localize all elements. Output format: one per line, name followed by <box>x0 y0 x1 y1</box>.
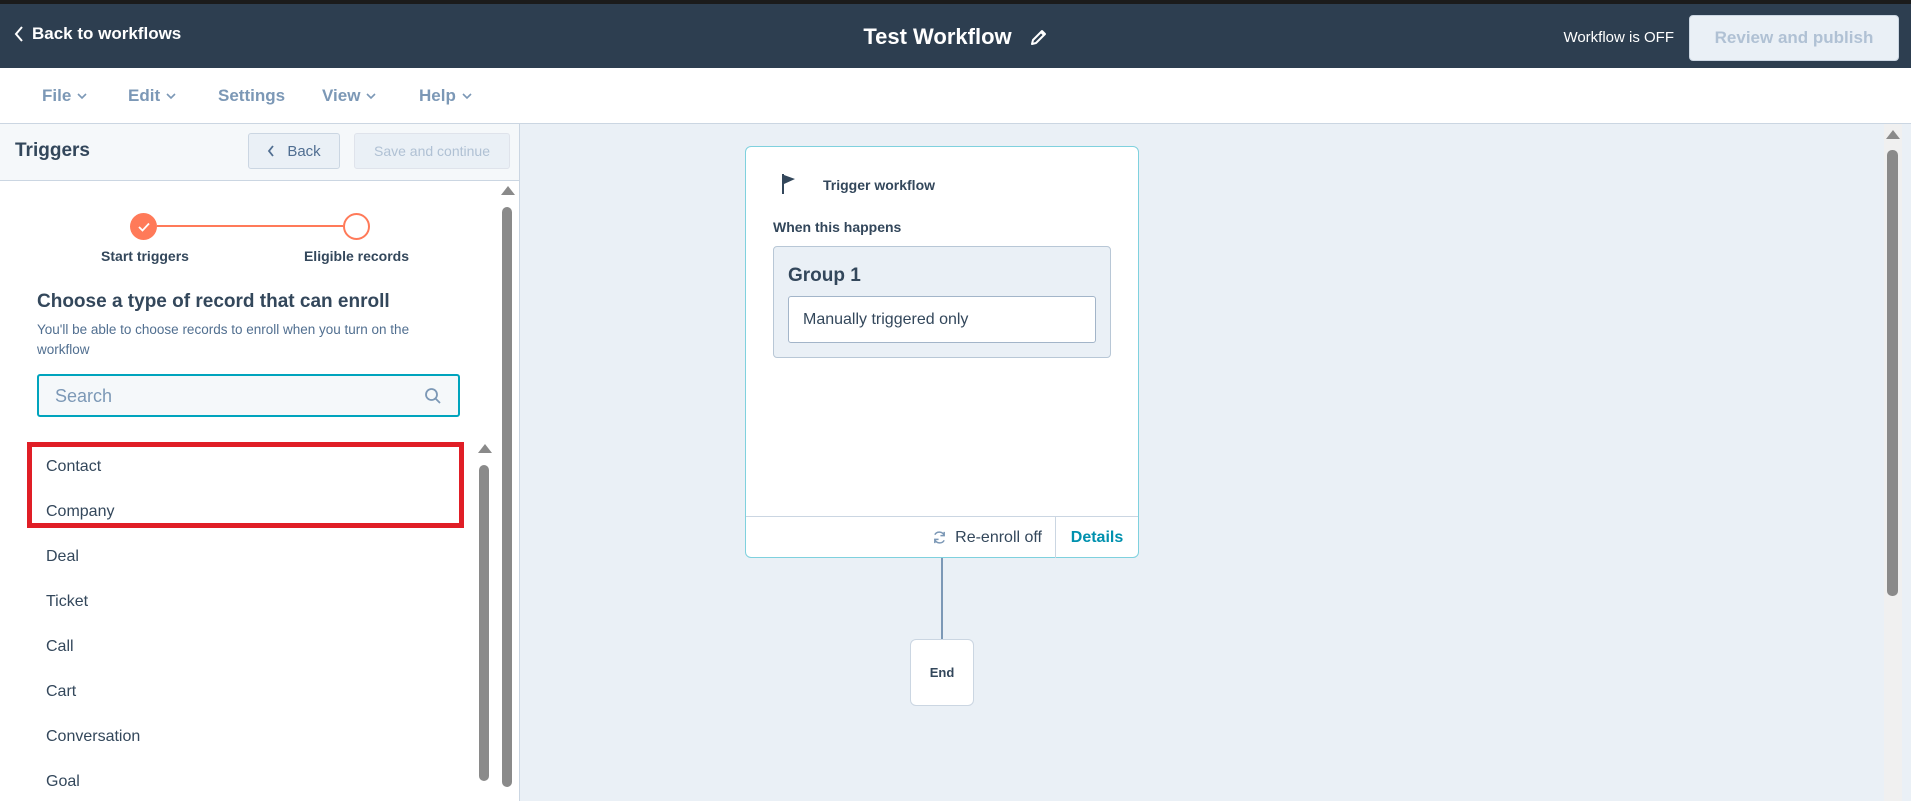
group-filter[interactable]: Manually triggered only <box>788 296 1096 343</box>
chevron-down-icon <box>77 92 87 99</box>
record-type-cart[interactable]: Cart <box>30 669 470 714</box>
list-scrollbar[interactable] <box>477 442 492 801</box>
search-field[interactable] <box>37 374 460 417</box>
panel-title: Triggers <box>15 140 90 161</box>
step-start-triggers-label: Start triggers <box>101 248 189 264</box>
workflow-connector <box>941 558 943 640</box>
record-type-goal[interactable]: Goal <box>30 759 470 801</box>
record-type-call[interactable]: Call <box>30 624 470 669</box>
end-node: End <box>910 639 974 706</box>
triggers-panel: Triggers Back Save and continue Start tr… <box>0 124 520 801</box>
scrollbar-thumb[interactable] <box>1887 150 1898 596</box>
trigger-card-title: Trigger workflow <box>823 177 936 193</box>
record-type-list: Contact Company Deal Ticket Call Cart Co… <box>30 444 470 801</box>
chevron-down-icon <box>462 92 472 99</box>
panel-header: Triggers Back Save and continue <box>0 124 519 181</box>
step-eligible-records-label: Eligible records <box>303 248 410 264</box>
menu-help-label: Help <box>419 86 456 105</box>
menu-bar: File Edit Settings View Help <box>0 68 1911 124</box>
menu-settings[interactable]: Settings <box>218 86 285 106</box>
scroll-up-arrow[interactable] <box>501 186 515 195</box>
menu-file-label: File <box>42 86 72 105</box>
step-start-triggers <box>130 213 157 240</box>
record-type-contact[interactable]: Contact <box>30 444 470 489</box>
workflow-status: Workflow is OFF <box>1563 29 1674 46</box>
scrollbar-thumb[interactable] <box>479 465 489 781</box>
back-button[interactable]: Back <box>248 133 340 169</box>
record-type-conversation[interactable]: Conversation <box>30 714 470 759</box>
when-this-happens-label: When this happens <box>773 219 902 235</box>
details-link[interactable]: Details <box>1055 517 1138 558</box>
menu-edit[interactable]: Edit <box>128 86 176 106</box>
back-button-label: Back <box>287 142 321 160</box>
record-type-heading: Choose a type of record that can enroll <box>37 291 390 312</box>
review-and-publish-button[interactable]: Review and publish <box>1689 15 1899 61</box>
menu-edit-label: Edit <box>128 86 161 105</box>
stepper-connector <box>157 225 343 227</box>
scrollbar-thumb[interactable] <box>502 207 512 787</box>
search-input[interactable] <box>55 384 395 408</box>
record-type-subtitle: You'll be able to choose records to enro… <box>37 322 410 357</box>
menu-file[interactable]: File <box>42 86 87 106</box>
workflow-title-text: Test Workflow <box>863 24 1012 49</box>
menu-view-label: View <box>322 86 361 105</box>
trigger-card-footer: Re-enroll off Details <box>746 516 1138 558</box>
menu-help[interactable]: Help <box>419 86 472 106</box>
re-enroll-label: Re-enroll off <box>955 528 1042 546</box>
step-eligible-records <box>343 213 370 240</box>
pencil-icon[interactable] <box>1030 28 1048 46</box>
menu-settings-label: Settings <box>218 86 286 105</box>
scroll-up-arrow[interactable] <box>1886 130 1900 139</box>
canvas-scrollbar[interactable] <box>1884 124 1902 801</box>
record-type-deal[interactable]: Deal <box>30 534 470 579</box>
save-and-continue-button[interactable]: Save and continue <box>354 133 510 169</box>
chevron-down-icon <box>166 92 176 99</box>
trigger-group[interactable]: Group 1 Manually triggered only <box>773 246 1111 358</box>
chevron-down-icon <box>366 92 377 99</box>
menu-view[interactable]: View <box>322 86 377 106</box>
re-enroll-status[interactable]: Re-enroll off <box>932 517 1042 558</box>
refresh-icon <box>934 531 946 544</box>
check-icon <box>137 222 150 232</box>
record-type-ticket[interactable]: Ticket <box>30 579 470 624</box>
panel-scrollbar[interactable] <box>500 184 515 801</box>
group-title: Group 1 <box>788 265 861 286</box>
flag-icon <box>782 174 795 194</box>
top-header: Back to workflows Test Workflow Workflow… <box>0 0 1911 68</box>
trigger-card[interactable]: Trigger workflow When this happens Group… <box>745 146 1139 558</box>
scroll-up-arrow[interactable] <box>478 444 492 453</box>
record-type-company[interactable]: Company <box>30 489 470 534</box>
search-icon <box>425 388 441 404</box>
chevron-left-icon <box>268 145 275 157</box>
